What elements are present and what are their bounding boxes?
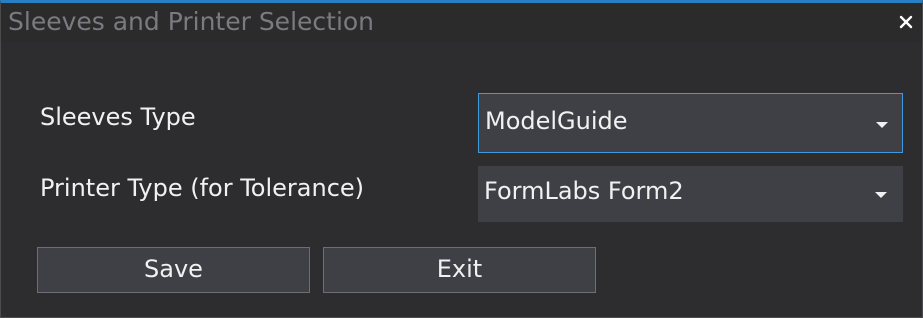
save-button[interactable]: Save — [37, 247, 310, 293]
close-icon — [899, 15, 913, 29]
close-button[interactable] — [894, 7, 918, 35]
exit-button[interactable]: Exit — [323, 247, 596, 293]
dialog-title: Sleeves and Printer Selection — [8, 7, 375, 36]
chevron-down-icon — [875, 192, 887, 198]
sleeves-type-value: ModelGuide — [485, 107, 628, 135]
printer-type-label: Printer Type (for Tolerance) — [40, 174, 365, 202]
title-bar[interactable]: Sleeves and Printer Selection — [1, 3, 922, 43]
sleeves-type-label: Sleeves Type — [40, 103, 196, 131]
chevron-down-icon — [876, 122, 888, 128]
printer-type-dropdown[interactable]: FormLabs Form2 — [478, 166, 903, 222]
printer-type-value: FormLabs Form2 — [484, 177, 684, 205]
sleeves-type-dropdown[interactable]: ModelGuide — [478, 93, 903, 153]
sleeves-printer-dialog: Sleeves and Printer Selection Sleeves Ty… — [0, 0, 923, 318]
